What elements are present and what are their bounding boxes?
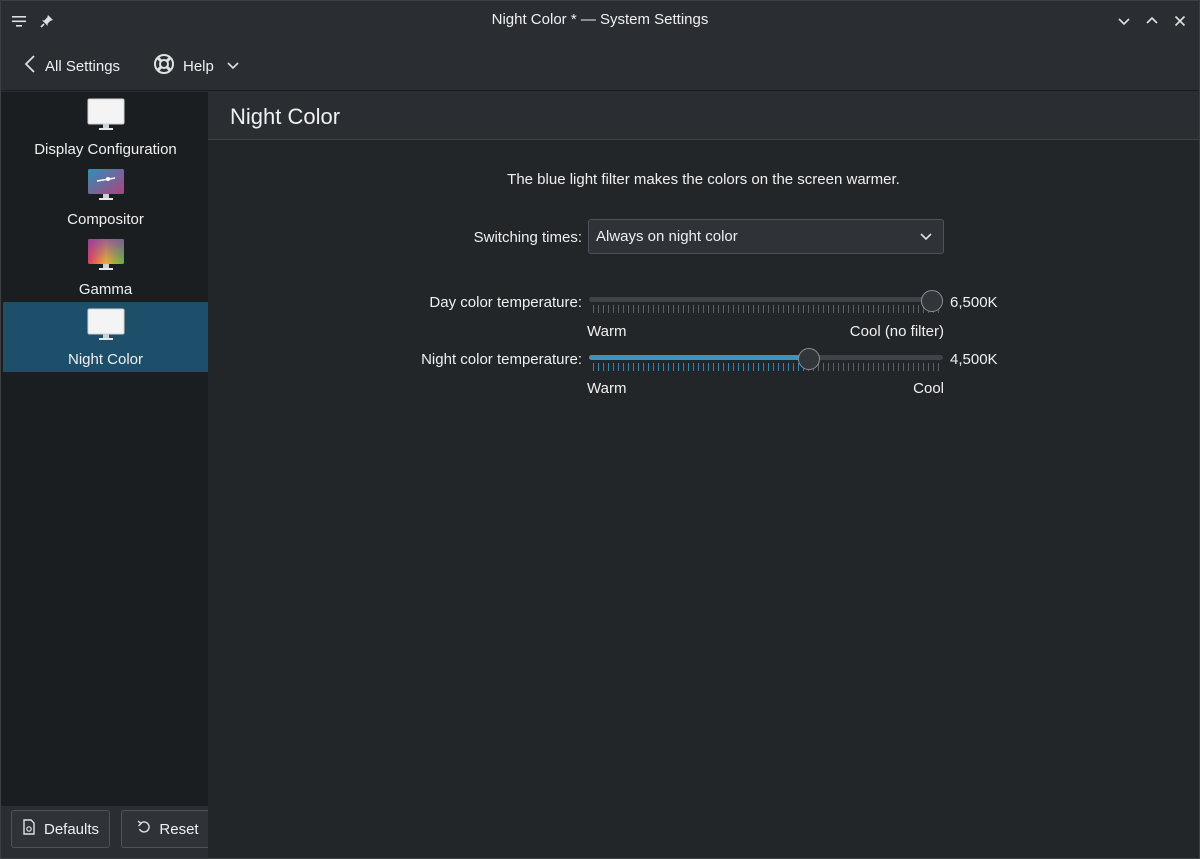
- sidebar-item-label: Gamma: [78, 281, 133, 298]
- monitor-icon: [87, 308, 125, 340]
- night-temperature-value: 4,500K: [950, 351, 998, 368]
- slider-ticks: [593, 305, 939, 313]
- toolbar: All Settings Help: [1, 41, 1199, 91]
- day-cool-label: Cool (no filter): [849, 323, 944, 340]
- compositor-icon: [88, 169, 124, 200]
- chevron-down-icon: [919, 229, 933, 247]
- slider-fill: [589, 355, 810, 360]
- minimize-icon[interactable]: [1112, 9, 1136, 33]
- document-defaults-icon: [22, 819, 36, 839]
- description-text: The blue light filter makes the colors o…: [507, 171, 900, 188]
- defaults-label: Defaults: [43, 820, 100, 838]
- sidebar-item-label: Night Color: [67, 351, 144, 368]
- main-content: Night Color The blue light filter makes …: [208, 92, 1199, 858]
- defaults-button[interactable]: Defaults: [11, 810, 110, 848]
- sidebar-item-label: Display Configuration: [34, 141, 177, 158]
- reset-label: Reset: [159, 820, 199, 838]
- day-temperature-value: 6,500K: [950, 294, 998, 311]
- slider-ticks-active: [593, 363, 808, 371]
- help-menu-button[interactable]: Help: [153, 53, 240, 79]
- sidebar-item-night-color[interactable]: Night Color: [3, 302, 208, 372]
- switching-times-value: Always on night color: [596, 228, 738, 245]
- back-arrow-icon: [23, 54, 37, 78]
- monitor-icon: [87, 98, 125, 130]
- all-settings-button[interactable]: All Settings: [23, 53, 120, 79]
- close-icon[interactable]: [1168, 9, 1192, 33]
- undo-icon: [137, 820, 151, 838]
- night-temperature-label: Night color temperature:: [421, 351, 582, 368]
- gamma-icon: [88, 239, 124, 270]
- chevron-down-icon: [226, 58, 240, 75]
- night-warm-label: Warm: [587, 380, 627, 397]
- all-settings-label: All Settings: [45, 57, 121, 75]
- page-header: Night Color: [208, 92, 1199, 140]
- sidebar: Display Configuration Compositor Gamma N…: [1, 92, 208, 806]
- slider-groove: [589, 297, 943, 302]
- switching-times-label: Switching times:: [473, 229, 582, 246]
- day-temperature-label: Day color temperature:: [429, 294, 582, 311]
- sidebar-item-gamma[interactable]: Gamma: [3, 232, 208, 302]
- day-temperature-slider[interactable]: [589, 290, 943, 314]
- system-settings-window: Night Color * — System Settings All Sett…: [0, 0, 1200, 859]
- night-temperature-slider[interactable]: [589, 348, 943, 372]
- reset-button[interactable]: Reset: [121, 810, 215, 848]
- day-warm-label: Warm: [587, 323, 627, 340]
- sidebar-item-display-configuration[interactable]: Display Configuration: [3, 92, 208, 162]
- page-title: Night Color: [230, 104, 341, 129]
- maximize-icon[interactable]: [1140, 9, 1164, 33]
- slider-handle[interactable]: [798, 348, 821, 370]
- sidebar-item-compositor[interactable]: Compositor: [3, 162, 208, 232]
- slider-handle[interactable]: [921, 290, 943, 312]
- switching-times-dropdown[interactable]: Always on night color: [588, 219, 944, 254]
- help-lifebuoy-icon: [153, 53, 175, 79]
- title-bar: Night Color * — System Settings: [1, 1, 1199, 41]
- night-cool-label: Cool: [913, 380, 944, 397]
- window-title: Night Color * — System Settings: [491, 11, 709, 28]
- help-label: Help: [183, 57, 214, 75]
- sidebar-item-label: Compositor: [67, 211, 144, 228]
